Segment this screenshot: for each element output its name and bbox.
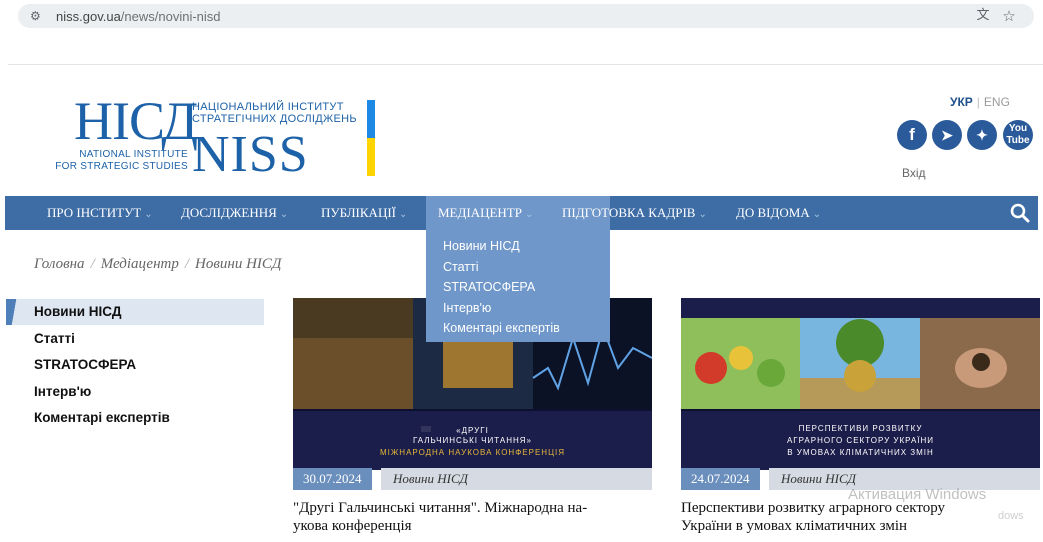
breadcrumb-current: Новини НІСД — [195, 256, 282, 272]
nav-item-info[interactable]: До відома ⌄ — [736, 196, 821, 230]
chevron-down-icon: ⌄ — [144, 209, 153, 220]
youtube-icon[interactable]: You Tube — [1003, 120, 1033, 150]
poster-line: МІЖНАРОДНА НАУКОВА КОНФЕРЕНЦІЯ — [380, 448, 565, 457]
flag-blue-stripe — [367, 100, 375, 138]
poster-line: ГАЛЬЧИНСЬКІ ЧИТАННЯ» — [413, 436, 532, 445]
nav-item-publications[interactable]: Публікації ⌄ — [321, 196, 407, 230]
news-title[interactable]: Перспективи розвитку аграрного сектору У… — [681, 499, 1043, 535]
news-category[interactable]: Новини НІСД — [381, 468, 652, 490]
logo-name-ua: НАЦІОНАЛЬНИЙ ІНСТИТУТ СТРАТЕГІЧНИХ ДОСЛІ… — [192, 101, 357, 125]
logo-abbr-en: NISS — [192, 126, 309, 183]
news-date: 30.07.2024 — [293, 468, 372, 490]
chevron-down-icon: ⌄ — [698, 209, 707, 220]
windows-activation-watermark: Активация Windows — [848, 486, 987, 503]
nav-item-research[interactable]: Дослідження ⌄ — [181, 196, 288, 230]
news-date: 24.07.2024 — [681, 468, 760, 490]
poster-line: В УМОВАХ КЛІМАТИЧНИХ ЗМІН — [787, 448, 934, 457]
tune-icon[interactable]: ⚙ — [30, 8, 46, 24]
logo-abbr-ua: НІСД — [74, 91, 198, 151]
language-switcher: УКР | ENG — [950, 95, 1010, 109]
dropdown-item-articles[interactable]: Статті — [426, 257, 610, 278]
dropdown-item-interview[interactable]: Інтерв'ю — [426, 298, 610, 319]
sidebar-item-interview[interactable]: Інтерв'ю — [34, 384, 91, 399]
sidebar-item-news[interactable]: Новини НІСД — [34, 304, 122, 319]
translate-icon[interactable]: 文 — [974, 7, 992, 25]
search-icon[interactable] — [1009, 202, 1031, 224]
news-title[interactable]: "Другі Гальчинські читання". Міжнародна … — [293, 499, 663, 535]
poster-line: АГРАРНОГО СЕКТОРУ УКРАЇНИ — [786, 436, 935, 445]
header-divider — [8, 64, 1043, 65]
sidebar-item-stratosphere[interactable]: STRATOCФЕРА — [34, 357, 136, 372]
poster-line: «ДРУГІ — [456, 426, 489, 435]
dropdown-item-news[interactable]: Новини НІСД — [426, 236, 610, 257]
lang-ukr[interactable]: УКР — [950, 95, 973, 109]
dropdown-item-stratosphere[interactable]: STRATOCФЕРА — [426, 277, 610, 298]
nav-item-about[interactable]: Про інститут ⌄ — [47, 196, 153, 230]
login-link[interactable]: Вхід — [902, 166, 926, 180]
twitter-icon[interactable]: ✦ — [967, 120, 997, 150]
poster-line: ПЕРСПЕКТИВИ РОЗВИТКУ — [798, 424, 923, 433]
windows-activation-watermark-2: dows — [998, 510, 1024, 522]
breadcrumb: Головна / Медіацентр / Новини НІСД — [34, 256, 282, 272]
facebook-icon[interactable]: f — [897, 120, 927, 150]
sidebar-item-articles[interactable]: Статті — [34, 331, 75, 346]
breadcrumb-mediacenter[interactable]: Медіацентр — [101, 256, 179, 272]
chevron-down-icon: ⌄ — [812, 209, 822, 220]
logo-name-en: NATIONAL INSTITUTE FOR STRATEGIC STUDIES — [55, 149, 188, 172]
chevron-down-icon: ⌄ — [524, 209, 534, 220]
dropdown-item-comments[interactable]: Коментарі експертів — [426, 318, 610, 339]
main-nav: Про інститут ⌄ Дослідження ⌄ Публікації ⌄ М… — [5, 196, 1038, 230]
telegram-icon[interactable]: ➤ — [932, 120, 962, 150]
lang-eng[interactable]: ENG — [984, 95, 1010, 109]
news-card-meta: 30.07.2024 Новини НІСД — [293, 468, 652, 490]
sidebar-item-comments[interactable]: Коментарі експертів — [34, 410, 170, 425]
chevron-down-icon: ⌄ — [399, 209, 408, 220]
sidebar-active-marker — [6, 299, 20, 325]
browser-toolbar: ⚙ niss.gov.ua/news/novini-nisd 文 ☆ — [0, 0, 1043, 34]
breadcrumb-home[interactable]: Головна — [34, 256, 85, 272]
address-bar[interactable]: ⚙ niss.gov.ua/news/novini-nisd 文 ☆ — [18, 4, 1034, 28]
flag-yellow-stripe — [367, 138, 375, 176]
url-text[interactable]: niss.gov.ua/news/novini-nisd — [56, 9, 221, 24]
news-card-image[interactable]: ПЕРСПЕКТИВИ РОЗВИТКУ АГРАРНОГО СЕКТОРУ У… — [681, 298, 1040, 470]
chevron-down-icon: ⌄ — [279, 209, 289, 220]
star-icon[interactable]: ☆ — [1000, 7, 1018, 25]
mediacenter-dropdown: Новини НІСД Статті STRATOCФЕРА Інтерв'ю … — [426, 230, 610, 342]
nav-item-training[interactable]: Підготовка кадрів ⌄ — [562, 196, 707, 230]
